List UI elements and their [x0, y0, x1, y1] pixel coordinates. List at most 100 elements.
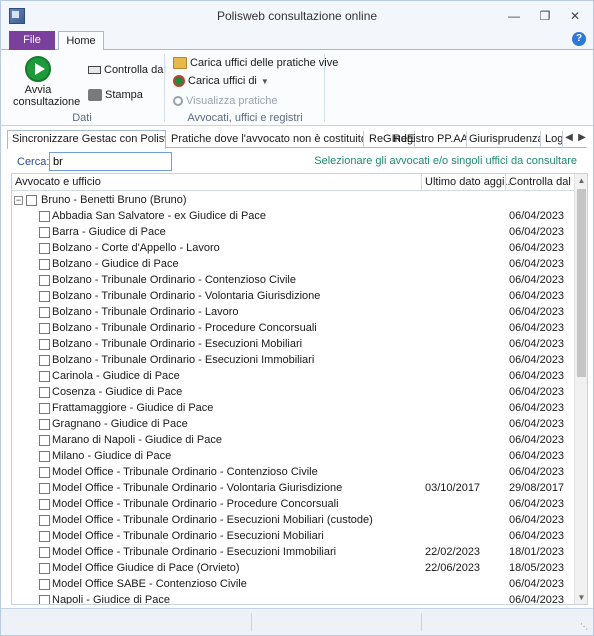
table-row[interactable]: Frattamaggiore - Giudice di Pace 06/04/20… — [12, 400, 574, 416]
selection-hint-link[interactable]: Selezionare gli avvocati e/o singoli uff… — [314, 155, 577, 167]
row-checkbox[interactable] — [39, 355, 50, 366]
row-checkbox[interactable] — [39, 291, 50, 302]
tab-pratiche-non-costituito[interactable]: Pratiche dove l'avvocato non è costituit… — [167, 131, 364, 148]
row-checkbox[interactable] — [39, 227, 50, 238]
controlla-dal-cell[interactable]: 06/04/2023 — [509, 370, 564, 382]
row-checkbox[interactable] — [39, 579, 50, 590]
table-row[interactable]: Model Office - Tribunale Ordinario - Ese… — [12, 544, 574, 560]
controlla-dal-cell[interactable]: 06/04/2023 — [509, 226, 564, 238]
table-row[interactable]: Bolzano - Tribunale Ordinario - Contenzi… — [12, 272, 574, 288]
row-checkbox[interactable] — [39, 307, 50, 318]
group-checkbox[interactable] — [26, 195, 37, 206]
controlla-dal-cell[interactable]: 06/04/2023 — [509, 530, 564, 542]
row-checkbox[interactable] — [39, 419, 50, 430]
visualizza-pratiche-button[interactable]: Visualizza pratiche — [173, 93, 278, 109]
controlla-dal-cell[interactable]: 06/04/2023 — [509, 306, 564, 318]
table-row[interactable]: Bolzano - Tribunale Ordinario - Procedur… — [12, 320, 574, 336]
table-row[interactable]: Model Office - Tribunale Ordinario - Ese… — [12, 512, 574, 528]
close-icon[interactable]: ✕ — [564, 7, 586, 25]
table-row[interactable]: Bolzano - Tribunale Ordinario - Esecuzio… — [12, 352, 574, 368]
tab-registro-ppaa[interactable]: Registro PP.AA. — [389, 131, 467, 148]
table-row[interactable]: Model Office - Tribunale Ordinario - Vol… — [12, 480, 574, 496]
row-checkbox[interactable] — [39, 483, 50, 494]
row-checkbox[interactable] — [39, 275, 50, 286]
controlla-dal-cell[interactable]: 06/04/2023 — [509, 466, 564, 478]
table-row[interactable]: Carinola - Giudice di Pace 06/04/2023 — [12, 368, 574, 384]
controlla-dal-cell[interactable]: 06/04/2023 — [509, 498, 564, 510]
row-checkbox[interactable] — [39, 515, 50, 526]
row-checkbox[interactable] — [39, 211, 50, 222]
controlla-dal-cell[interactable]: 06/04/2023 — [509, 338, 564, 350]
minimize-icon[interactable]: — — [503, 7, 525, 25]
controlla-dal-cell[interactable]: 06/04/2023 — [509, 210, 564, 222]
table-row[interactable]: Model Office - Tribunale Ordinario - Pro… — [12, 496, 574, 512]
controlla-dal-button[interactable]: Controlla dal — [88, 62, 166, 78]
table-row[interactable]: Model Office - Tribunale Ordinario - Ese… — [12, 528, 574, 544]
scroll-down-icon[interactable]: ▼ — [575, 591, 587, 604]
search-input[interactable] — [49, 152, 172, 171]
row-checkbox[interactable] — [39, 451, 50, 462]
help-icon[interactable]: ? — [572, 32, 586, 46]
row-checkbox[interactable] — [39, 499, 50, 510]
table-row[interactable]: Bolzano - Giudice di Pace 06/04/2023 — [12, 256, 574, 272]
controlla-dal-cell[interactable]: 06/04/2023 — [509, 258, 564, 270]
table-row[interactable]: Napoli - Giudice di Pace 06/04/2023 — [12, 592, 574, 604]
row-checkbox[interactable] — [39, 467, 50, 478]
controlla-dal-cell[interactable]: 06/04/2023 — [509, 386, 564, 398]
scroll-thumb[interactable] — [577, 189, 586, 377]
collapse-icon[interactable]: − — [14, 196, 23, 205]
controlla-dal-cell[interactable]: 29/08/2017 — [509, 482, 564, 494]
table-row[interactable]: Bolzano - Tribunale Ordinario - Lavoro 06… — [12, 304, 574, 320]
table-row[interactable]: Marano di Napoli - Giudice di Pace 06/04/… — [12, 432, 574, 448]
carica-uffici-vive-button[interactable]: Carica uffici delle pratiche vive — [173, 55, 338, 71]
controlla-dal-cell[interactable]: 18/05/2023 — [509, 562, 564, 574]
scroll-up-icon[interactable]: ▲ — [575, 174, 587, 187]
controlla-dal-cell[interactable]: 06/04/2023 — [509, 578, 564, 590]
tab-sincronizzare[interactable]: Sincronizzare Gestac con Polisweb — [7, 130, 166, 149]
table-row[interactable]: Milano - Giudice di Pace 06/04/2023 — [12, 448, 574, 464]
controlla-dal-cell[interactable]: 06/04/2023 — [509, 290, 564, 302]
row-checkbox[interactable] — [39, 339, 50, 350]
column-header-ultimo-dato[interactable]: Ultimo dato aggi... — [425, 176, 514, 188]
carica-uffici-di-dropdown[interactable]: Carica uffici di ▼ — [173, 73, 269, 89]
row-checkbox[interactable] — [39, 547, 50, 558]
row-checkbox[interactable] — [39, 595, 50, 604]
row-checkbox[interactable] — [39, 387, 50, 398]
tab-file[interactable]: File — [9, 31, 55, 50]
column-header-avvocato[interactable]: Avvocato e ufficio — [15, 176, 101, 188]
maximize-icon[interactable]: ❐ — [534, 7, 556, 25]
stampa-button[interactable]: Stampa — [88, 87, 143, 103]
table-row[interactable]: Barra - Giudice di Pace 06/04/2023 — [12, 224, 574, 240]
controlla-dal-cell[interactable]: 06/04/2023 — [509, 402, 564, 414]
table-row[interactable]: Bolzano - Corte d'Appello - Lavoro 06/04/… — [12, 240, 574, 256]
table-row[interactable]: Cosenza - Giudice di Pace 06/04/2023 — [12, 384, 574, 400]
chevron-right-icon[interactable]: ▶ — [576, 130, 588, 146]
table-row[interactable]: Model Office SABE - Contenzioso Civile 06… — [12, 576, 574, 592]
controlla-dal-cell[interactable]: 06/04/2023 — [509, 594, 564, 604]
column-divider[interactable] — [505, 174, 506, 191]
table-row[interactable]: Abbadia San Salvatore - ex Giudice di Pa… — [12, 208, 574, 224]
table-row[interactable]: Model Office Giudice di Pace (Orvieto) 22… — [12, 560, 574, 576]
avvia-consultazione-button[interactable]: Avvia consultazione — [13, 54, 80, 112]
controlla-dal-cell[interactable]: 06/04/2023 — [509, 450, 564, 462]
row-checkbox[interactable] — [39, 563, 50, 574]
row-checkbox[interactable] — [39, 435, 50, 446]
chevron-left-icon[interactable]: ◀ — [563, 130, 575, 146]
controlla-dal-cell[interactable]: 18/01/2023 — [509, 546, 564, 558]
row-checkbox[interactable] — [39, 323, 50, 334]
row-checkbox[interactable] — [39, 243, 50, 254]
vertical-scrollbar[interactable]: ▲ ▼ — [574, 174, 587, 604]
controlla-dal-cell[interactable]: 06/04/2023 — [509, 418, 564, 430]
tab-home[interactable]: Home — [58, 31, 104, 51]
tab-giurisprudenza[interactable]: Giurisprudenza — [465, 131, 541, 148]
group-row[interactable]: − Bruno - Benetti Bruno (Bruno) — [12, 192, 574, 208]
controlla-dal-cell[interactable]: 06/04/2023 — [509, 354, 564, 366]
controlla-dal-cell[interactable]: 06/04/2023 — [509, 434, 564, 446]
resize-grip-icon[interactable]: ⋱ — [580, 622, 590, 632]
row-checkbox[interactable] — [39, 371, 50, 382]
row-checkbox[interactable] — [39, 403, 50, 414]
column-header-controlla-dal[interactable]: Controlla dal — [509, 176, 571, 188]
tab-log[interactable]: Log — [541, 131, 563, 148]
row-checkbox[interactable] — [39, 259, 50, 270]
controlla-dal-cell[interactable]: 06/04/2023 — [509, 322, 564, 334]
